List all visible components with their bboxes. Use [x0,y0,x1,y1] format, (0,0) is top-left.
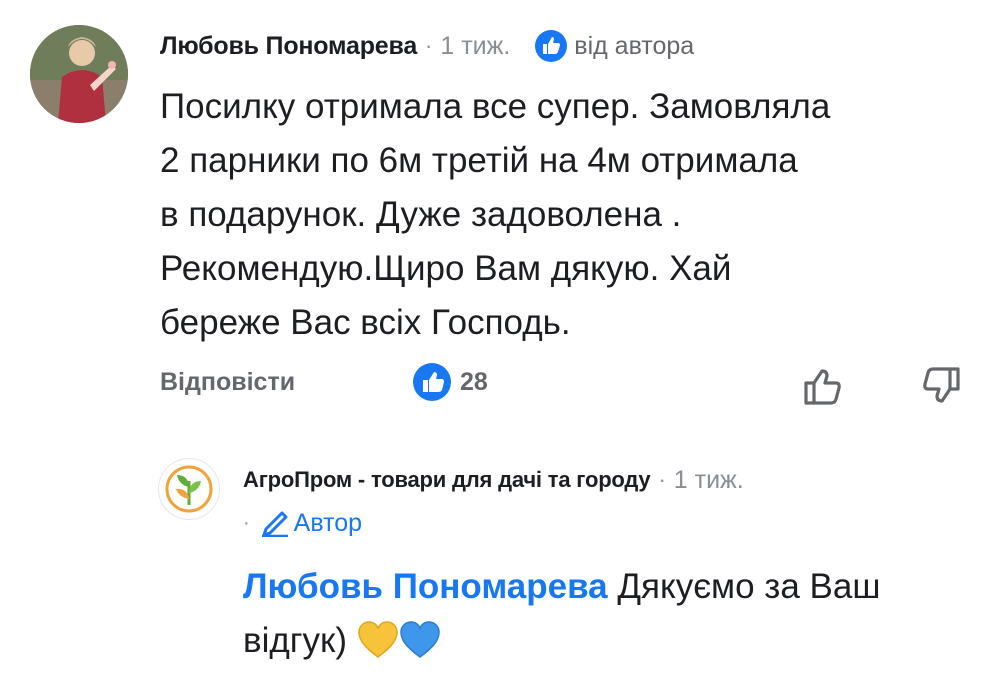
comment-header: Любовь Пономарева · 1 тиж. від автора [160,26,694,66]
author-like-badge: від автора [534,29,694,63]
separator-dot: · [425,33,433,58]
pencil-icon [261,511,288,537]
separator-dot: · [243,511,250,534]
author-badge-label: Автор [293,508,363,537]
thumb-up-outline-icon [804,369,841,405]
thumb-up-button[interactable] [800,364,848,408]
like-count[interactable]: 28 [412,362,488,402]
avatar[interactable] [30,25,128,123]
reply-header: АгроПром - товари для дачі та городу · 1… [243,462,744,498]
comment-actions: Відповісти 28 [160,362,970,410]
like-count-value: 28 [460,367,488,396]
thumb-down-button[interactable] [916,364,964,408]
author-badge: · Автор [243,506,362,540]
reply-avatar[interactable] [158,458,220,520]
mention-link[interactable]: Любовь Пономарева [243,567,608,606]
comment-author-name[interactable]: Любовь Пономарева [160,32,417,61]
reply-text: Любовь Пономарева Дякуємо за Ваш відгук) [243,560,943,676]
reply-button[interactable]: Відповісти [160,368,295,397]
thumb-down-outline-icon [923,367,960,403]
like-reaction-icon [413,363,451,401]
agroprom-logo-icon [165,465,213,513]
comment-time[interactable]: 1 тиж. [440,32,510,61]
like-reaction-icon [535,30,568,62]
yellow-heart-icon [357,620,399,676]
reply-time[interactable]: 1 тиж. [674,466,744,495]
blue-heart-icon [399,620,441,676]
from-author-label: від автора [574,31,695,60]
separator-dot: · [658,467,666,492]
reply-author-name[interactable]: АгроПром - товари для дачі та городу [243,467,651,493]
comment-text: Посилку отримала все супер. Замовляла 2 … [160,87,831,342]
